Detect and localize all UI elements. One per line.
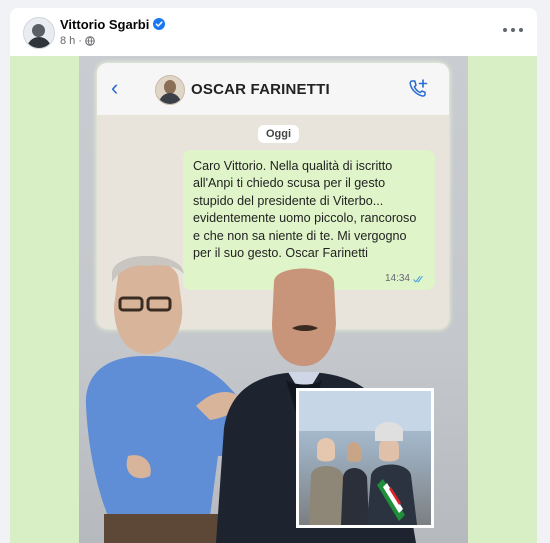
date-chip: Oggi (258, 125, 300, 143)
author-avatar[interactable] (23, 17, 55, 49)
post-meta: 8 h · (60, 35, 95, 47)
add-call-icon (409, 79, 428, 97)
contact-name: OSCAR FARINETTI (191, 81, 330, 98)
post-card: Vittorio Sgarbi 8 h · ‹ OSCAR FARINETTI … (10, 8, 537, 543)
post-image[interactable]: ‹ OSCAR FARINETTI Oggi Caro Vittorio. Ne… (10, 56, 537, 543)
post-header: Vittorio Sgarbi 8 h · (10, 8, 537, 56)
more-options-icon[interactable] (503, 22, 523, 38)
message-text: Caro Vittorio. Nella qualità di iscritto… (193, 159, 417, 261)
author-name[interactable]: Vittorio Sgarbi (60, 17, 149, 32)
author-row: Vittorio Sgarbi (60, 16, 166, 32)
inset-photo (296, 388, 434, 528)
verified-badge-icon (153, 18, 166, 30)
chat-header: ‹ OSCAR FARINETTI (97, 63, 449, 116)
back-chevron-icon: ‹ (111, 75, 119, 100)
post-time[interactable]: 8 h (60, 35, 75, 47)
meta-separator: · (78, 35, 82, 47)
globe-icon (85, 36, 95, 46)
contact-avatar (155, 75, 185, 105)
